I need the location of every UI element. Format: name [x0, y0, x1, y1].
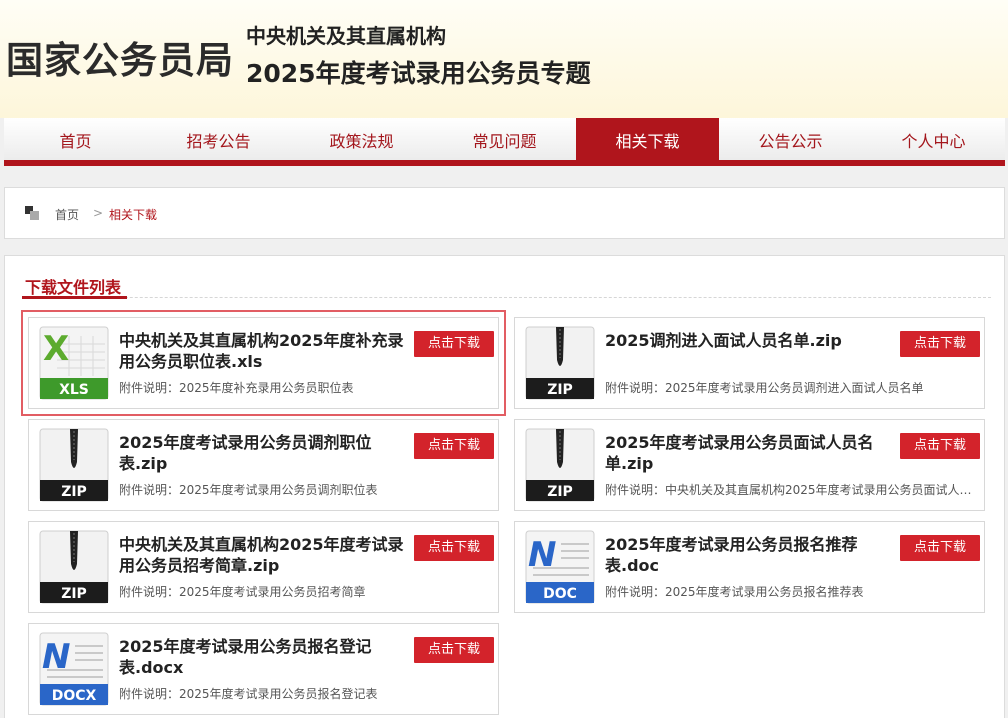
- svg-text:ZIP: ZIP: [61, 586, 87, 602]
- file-title[interactable]: 2025调剂进入面试人员名单.zip: [605, 330, 895, 351]
- svg-text:N: N: [528, 535, 556, 575]
- file-card: ZIP 2025调剂进入面试人员名单.zip 附件说明：2025年度考试录用公务…: [514, 317, 985, 409]
- file-description: 附件说明：2025年度考试录用公务员调剂进入面试人员名单: [605, 381, 924, 395]
- svg-text:XLS: XLS: [59, 382, 89, 398]
- zip-file-icon: ZIP: [525, 428, 595, 502]
- file-description: 附件说明：2025年度考试录用公务员报名推荐表: [605, 585, 864, 599]
- file-description: 附件说明：2025年度考试录用公务员调剂职位表: [119, 483, 378, 497]
- file-card: X XLS 中央机关及其直属机构2025年度补充录用公务员职位表.xls 附件说…: [21, 310, 506, 416]
- file-title[interactable]: 2025年度考试录用公务员调剂职位表.zip: [119, 432, 409, 474]
- nav-item-label: 相关下载: [615, 132, 680, 151]
- nav-item-announcements[interactable]: 招考公告: [147, 118, 290, 166]
- nav-item-label: 首页: [59, 132, 92, 151]
- site-header: 国家公务员局 中央机关及其直属机构 2025年度考试录用公务员专题: [0, 0, 1008, 118]
- breadcrumb-separator: >: [93, 206, 104, 220]
- svg-text:ZIP: ZIP: [547, 382, 573, 398]
- doc-file-icon: N DOC: [525, 530, 595, 604]
- svg-text:DOC: DOC: [543, 586, 577, 602]
- svg-text:N: N: [42, 637, 70, 677]
- nav-item-label: 个人中心: [901, 132, 966, 151]
- nav-item-policies[interactable]: 政策法规: [290, 118, 433, 166]
- nav-item-downloads[interactable]: 相关下载: [576, 118, 719, 166]
- location-icon: [25, 206, 39, 220]
- header-subtitle-line1: 中央机关及其直属机构: [246, 24, 446, 48]
- nav-item-label: 招考公告: [186, 132, 251, 151]
- file-card: N DOC 2025年度考试录用公务员报名推荐表.doc 附件说明：2025年度…: [514, 521, 985, 613]
- file-title[interactable]: 2025年度考试录用公务员报名推荐表.doc: [605, 534, 895, 576]
- zip-file-icon: ZIP: [39, 428, 109, 502]
- breadcrumb-home-link[interactable]: 首页: [55, 206, 79, 223]
- nav-item-faq[interactable]: 常见问题: [433, 118, 576, 166]
- section-divider: [25, 297, 991, 298]
- svg-text:X: X: [43, 329, 69, 369]
- download-button[interactable]: 点击下载: [900, 433, 980, 459]
- svg-text:DOCX: DOCX: [52, 688, 97, 704]
- site-logo[interactable]: 国家公务员局: [6, 30, 234, 84]
- file-description: 附件说明：中央机关及其直属机构2025年度考试录用公务员面试人员名单: [605, 483, 975, 497]
- zip-file-icon: ZIP: [525, 326, 595, 400]
- file-card: ZIP 2025年度考试录用公务员调剂职位表.zip 附件说明：2025年度考试…: [28, 419, 499, 511]
- download-button[interactable]: 点击下载: [414, 637, 494, 663]
- breadcrumb: 首页 > 相关下载: [4, 187, 1005, 239]
- nav-item-label: 常见问题: [472, 132, 537, 151]
- zip-file-icon: ZIP: [39, 530, 109, 604]
- section-title: 下载文件列表: [25, 278, 122, 297]
- file-description: 附件说明：2025年度考试录用公务员招考简章: [119, 585, 366, 599]
- header-subtitle-line2: 2025年度考试录用公务员专题: [246, 59, 591, 88]
- main-nav: 首页 招考公告 政策法规 常见问题 相关下载 公告公示 个人中心: [4, 118, 1005, 166]
- nav-item-home[interactable]: 首页: [4, 118, 147, 166]
- download-button[interactable]: 点击下载: [414, 433, 494, 459]
- svg-text:ZIP: ZIP: [61, 484, 87, 500]
- nav-item-label: 公告公示: [758, 132, 823, 151]
- file-title[interactable]: 2025年度考试录用公务员面试人员名单.zip: [605, 432, 895, 474]
- download-button[interactable]: 点击下载: [900, 535, 980, 561]
- nav-item-label: 政策法规: [329, 132, 394, 151]
- svg-text:ZIP: ZIP: [547, 484, 573, 500]
- file-card: N DOCX 2025年度考试录用公务员报名登记表.docx 附件说明：2025…: [28, 623, 499, 715]
- download-button[interactable]: 点击下载: [414, 535, 494, 561]
- nav-item-personal-center[interactable]: 个人中心: [862, 118, 1005, 166]
- download-button[interactable]: 点击下载: [414, 331, 494, 357]
- nav-item-notices[interactable]: 公告公示: [719, 118, 862, 166]
- file-card: ZIP 中央机关及其直属机构2025年度考试录用公务员招考简章.zip 附件说明…: [28, 521, 499, 613]
- file-title[interactable]: 2025年度考试录用公务员报名登记表.docx: [119, 636, 409, 678]
- breadcrumb-current-link[interactable]: 相关下载: [109, 206, 157, 223]
- file-description: 附件说明：2025年度补充录用公务员职位表: [119, 381, 354, 395]
- download-panel: 下载文件列表 X XLS 中央机关及其直属机构2025年度补充录用公务员职位表.…: [4, 255, 1005, 718]
- file-title[interactable]: 中央机关及其直属机构2025年度补充录用公务员职位表.xls: [119, 330, 409, 372]
- xls-file-icon: X XLS: [39, 326, 109, 400]
- file-description: 附件说明：2025年度考试录用公务员报名登记表: [119, 687, 378, 701]
- docx-file-icon: N DOCX: [39, 632, 109, 706]
- file-card: ZIP 2025年度考试录用公务员面试人员名单.zip 附件说明：中央机关及其直…: [514, 419, 985, 511]
- file-title[interactable]: 中央机关及其直属机构2025年度考试录用公务员招考简章.zip: [119, 534, 409, 576]
- download-button[interactable]: 点击下载: [900, 331, 980, 357]
